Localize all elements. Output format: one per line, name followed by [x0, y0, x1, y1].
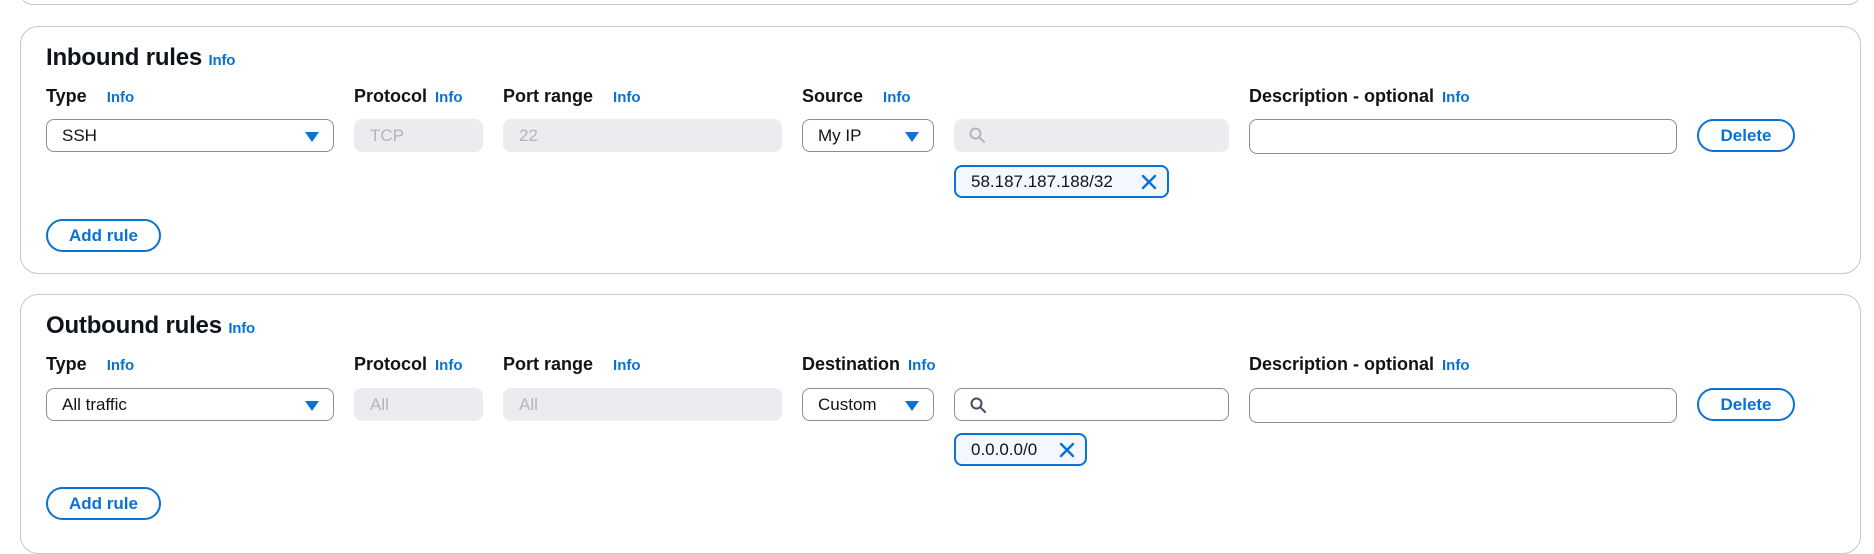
outbound-description-info-link[interactable]: Info — [1442, 357, 1470, 374]
caret-down-icon — [305, 132, 319, 142]
caret-down-icon — [305, 401, 319, 411]
inbound-source-token: 58.187.187.188/32 — [954, 165, 1169, 198]
inbound-port-range-label: Port range Info — [503, 86, 641, 107]
outbound-destination-token: 0.0.0.0/0 — [954, 433, 1087, 466]
outbound-destination-select[interactable]: Custom — [802, 388, 934, 421]
outbound-destination-label: Destination Info — [802, 354, 936, 375]
inbound-rules-title: Inbound rules — [46, 44, 203, 71]
inbound-protocol-label: Protocol Info — [354, 86, 463, 107]
outbound-protocol-value: All — [370, 395, 389, 414]
outbound-rules-title: Outbound rules — [46, 312, 222, 339]
inbound-protocol-value: TCP — [370, 126, 404, 145]
outbound-destination-info-link[interactable]: Info — [908, 357, 936, 374]
caret-down-icon — [905, 132, 919, 142]
inbound-description-label: Description - optional Info — [1249, 86, 1470, 107]
outbound-protocol-label-text: Protocol — [354, 354, 428, 374]
outbound-protocol-info-link[interactable]: Info — [435, 357, 463, 374]
inbound-type-info-link[interactable]: Info — [107, 89, 135, 106]
inbound-delete-button[interactable]: Delete — [1697, 119, 1795, 152]
inbound-source-select[interactable]: My IP — [802, 119, 934, 152]
outbound-port-range-field: All — [503, 388, 782, 421]
caret-down-icon — [905, 401, 919, 411]
outbound-rules-panel — [20, 294, 1861, 554]
inbound-type-select[interactable]: SSH — [46, 119, 334, 152]
outbound-port-range-value: All — [519, 395, 538, 414]
inbound-source-token-label: 58.187.187.188/32 — [971, 172, 1113, 191]
outbound-type-info-link[interactable]: Info — [107, 357, 135, 374]
outbound-protocol-label: Protocol Info — [354, 354, 463, 375]
search-icon — [970, 397, 986, 413]
outbound-type-value: All traffic — [62, 395, 127, 414]
outbound-destination-value: Custom — [818, 395, 877, 414]
outbound-description-input[interactable] — [1249, 388, 1677, 423]
outbound-add-rule-button[interactable]: Add rule — [46, 487, 161, 520]
inbound-type-label: Type Info — [46, 86, 134, 107]
outbound-type-label-text: Type — [46, 354, 87, 374]
inbound-add-rule-button[interactable]: Add rule — [46, 219, 161, 252]
inbound-source-label: Source Info — [802, 86, 911, 107]
inbound-port-range-value: 22 — [519, 126, 538, 145]
inbound-rules-heading: Inbound rules Info — [46, 44, 235, 72]
inbound-port-range-label-text: Port range — [503, 86, 594, 106]
outbound-rules-heading: Outbound rules Info — [46, 312, 255, 340]
outbound-port-range-label-text: Port range — [503, 354, 594, 374]
inbound-type-label-text: Type — [46, 86, 87, 106]
inbound-description-info-link[interactable]: Info — [1442, 89, 1470, 106]
outbound-destination-search[interactable] — [954, 388, 1229, 421]
inbound-description-label-text: Description - optional — [1249, 86, 1435, 106]
outbound-port-range-label: Port range Info — [503, 354, 641, 375]
inbound-protocol-label-text: Protocol — [354, 86, 428, 106]
outbound-title-info-link[interactable]: Info — [228, 320, 255, 337]
outbound-port-range-info-link[interactable]: Info — [613, 357, 641, 374]
inbound-title-info-link[interactable]: Info — [209, 52, 236, 69]
outbound-destination-token-label: 0.0.0.0/0 — [971, 440, 1038, 459]
outbound-destination-label-text: Destination — [802, 354, 901, 374]
inbound-source-info-link[interactable]: Info — [883, 89, 911, 106]
inbound-source-label-text: Source — [802, 86, 864, 106]
inbound-protocol-field: TCP — [354, 119, 483, 152]
inbound-type-value: SSH — [62, 126, 97, 145]
outbound-type-select[interactable]: All traffic — [46, 388, 334, 421]
outbound-description-label: Description - optional Info — [1249, 354, 1470, 375]
inbound-port-range-field: 22 — [503, 119, 782, 152]
outbound-protocol-field: All — [354, 388, 483, 421]
outbound-delete-button[interactable]: Delete — [1697, 388, 1795, 421]
inbound-source-value: My IP — [818, 126, 862, 145]
inbound-description-input[interactable] — [1249, 119, 1677, 154]
search-icon — [969, 127, 985, 143]
inbound-port-range-info-link[interactable]: Info — [613, 89, 641, 106]
close-icon[interactable] — [1141, 174, 1157, 190]
outbound-description-label-text: Description - optional — [1249, 354, 1435, 374]
close-icon[interactable] — [1059, 442, 1075, 458]
inbound-protocol-info-link[interactable]: Info — [435, 89, 463, 106]
previous-panel — [20, 0, 1861, 5]
outbound-type-label: Type Info — [46, 354, 134, 375]
inbound-source-search — [954, 119, 1229, 152]
